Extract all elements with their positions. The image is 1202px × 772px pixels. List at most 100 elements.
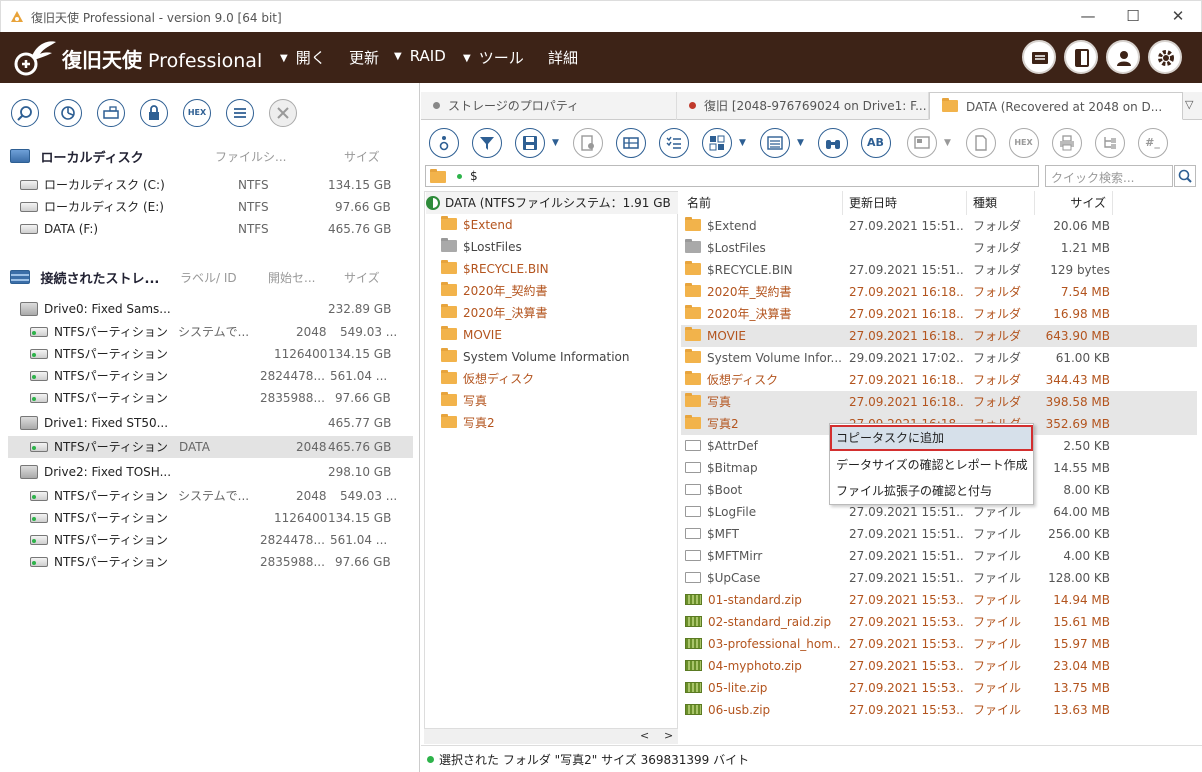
- tree-export-button[interactable]: [1095, 128, 1125, 158]
- file-row[interactable]: $MFT 27.09.2021 15:51... ファイル 256.00 KB: [681, 523, 1197, 545]
- col-name-header[interactable]: 名前: [681, 191, 843, 215]
- log-button[interactable]: [1022, 40, 1056, 74]
- view-dropdown-icon[interactable]: ▼: [739, 138, 746, 148]
- partition-row[interactable]: NTFSパーティション システムで... 2048 549.03 ...: [30, 485, 400, 507]
- view-mode-button[interactable]: [702, 128, 732, 158]
- partition-row[interactable]: NTFSパーティション 1126400 134.15 GB: [30, 343, 400, 365]
- local-disk-row[interactable]: ローカルディスク (E:) NTFS 97.66 GB: [20, 196, 400, 218]
- file-row[interactable]: 2020年_契約書 27.09.2021 16:18... フォルダ 7.54 MB: [681, 281, 1197, 303]
- scroll-left-arrow-icon[interactable]: <: [640, 729, 649, 742]
- menu-item-add-copy-task[interactable]: コピータスクに追加: [830, 425, 1033, 451]
- panel-toggle-button[interactable]: [1064, 40, 1098, 74]
- file-row[interactable]: 05-lite.zip 27.09.2021 15:53... ファイル 13.75 …: [681, 677, 1197, 699]
- tree-folder-item[interactable]: 写真2: [441, 412, 495, 434]
- tree-folder-item[interactable]: MOVIE: [441, 324, 502, 346]
- file-row[interactable]: 2020年_決算書 27.09.2021 16:18... フォルダ 16.98 MB: [681, 303, 1197, 325]
- menu-raid[interactable]: ▼ RAID: [394, 47, 446, 65]
- file-row[interactable]: $RECYCLE.BIN 27.09.2021 15:51... フォルダ 129 b…: [681, 259, 1197, 281]
- hash-button[interactable]: #_: [1138, 128, 1168, 158]
- image-button[interactable]: [97, 99, 125, 127]
- scan-button[interactable]: [54, 99, 82, 127]
- storage-col-label[interactable]: ラベル/ ID: [180, 269, 237, 286]
- settings-file-button[interactable]: [573, 128, 603, 158]
- local-disk-row[interactable]: DATA (F:) NTFS 465.76 GB: [20, 218, 400, 240]
- tab-storage-properties[interactable]: ストレージのプロパティ: [421, 92, 677, 120]
- checklist-button[interactable]: [659, 128, 689, 158]
- file-row[interactable]: $LostFiles フォルダ 1.21 MB: [681, 237, 1197, 259]
- print-button[interactable]: [1052, 128, 1082, 158]
- hex-view-button[interactable]: HEX: [1009, 128, 1039, 158]
- file-row[interactable]: 01-standard.zip 27.09.2021 15:53... ファイル 14…: [681, 589, 1197, 611]
- local-col-fs[interactable]: ファイルシ...: [215, 148, 286, 165]
- menu-tools[interactable]: ▼ ツール: [463, 47, 524, 68]
- drive-row[interactable]: Drive1: Fixed ST50... 465.77 GB: [20, 412, 400, 434]
- tree-horizontal-scrollbar[interactable]: < >: [424, 728, 678, 744]
- maximize-button[interactable]: ☐: [1118, 5, 1148, 27]
- partition-row[interactable]: NTFSパーティション 1126400 134.15 GB: [30, 507, 400, 529]
- drive-row[interactable]: Drive2: Fixed TOSH... 298.10 GB: [20, 461, 400, 483]
- path-bar[interactable]: $: [425, 165, 1039, 187]
- lock-button[interactable]: [140, 99, 168, 127]
- local-disk-row[interactable]: ローカルディスク (C:) NTFS 134.15 GB: [20, 174, 400, 196]
- quick-search-input[interactable]: クイック検索...: [1045, 165, 1173, 187]
- menu-item-size-report[interactable]: データサイズの確認とレポート作成: [830, 452, 1033, 478]
- col-modified-header[interactable]: 更新日時: [843, 191, 967, 215]
- minimize-button[interactable]: —: [1073, 5, 1103, 27]
- tree-folder-item[interactable]: $Extend: [441, 214, 513, 236]
- save-button[interactable]: [515, 128, 545, 158]
- tab-data-recovered[interactable]: DATA (Recovered at 2048 on D...: [929, 92, 1183, 120]
- col-type-header[interactable]: 種類: [967, 191, 1035, 215]
- partition-row[interactable]: NTFSパーティション システムで... 2048 549.03 ...: [30, 321, 400, 343]
- tree-folder-item[interactable]: 2020年_契約書: [441, 280, 548, 302]
- text-search-button[interactable]: AB: [861, 128, 891, 158]
- preview-button[interactable]: [907, 128, 937, 158]
- menu-open[interactable]: ▼ 開く: [280, 47, 326, 68]
- file-row[interactable]: 03-professional_hom... 27.09.2021 15:53..…: [681, 633, 1197, 655]
- storage-col-size[interactable]: サイズ: [344, 269, 380, 286]
- info-button[interactable]: [429, 128, 459, 158]
- menu-item-extension-check[interactable]: ファイル拡張子の確認と付与: [830, 478, 1033, 504]
- settings-button[interactable]: [1148, 40, 1182, 74]
- tab-recovery[interactable]: 復旧 [2048-976769024 on Drive1: F...: [677, 92, 929, 120]
- details-dropdown-icon[interactable]: ▼: [797, 138, 804, 148]
- save-dropdown-icon[interactable]: ▼: [552, 138, 559, 148]
- list-button[interactable]: [226, 99, 254, 127]
- partition-row[interactable]: NTFSパーティション 2824478... 561.04 ...: [30, 365, 400, 387]
- menu-details[interactable]: 詳細: [548, 47, 578, 68]
- partition-row[interactable]: NTFSパーティション 2824478... 561.04 ...: [30, 529, 400, 551]
- file-row[interactable]: MOVIE 27.09.2021 16:18... フォルダ 643.90 MB: [681, 325, 1197, 347]
- tree-folder-item[interactable]: System Volume Information: [441, 346, 629, 368]
- tree-folder-item[interactable]: $LostFiles: [441, 236, 522, 258]
- document-button[interactable]: [966, 128, 996, 158]
- local-col-size[interactable]: サイズ: [344, 148, 380, 165]
- details-view-button[interactable]: [760, 128, 790, 158]
- close-window-button[interactable]: ✕: [1163, 5, 1193, 27]
- file-row[interactable]: 06-usb.zip 27.09.2021 15:53... ファイル 13.63 M…: [681, 699, 1197, 721]
- file-row[interactable]: 04-myphoto.zip 27.09.2021 15:53... ファイル 23.…: [681, 655, 1197, 677]
- tree-folder-item[interactable]: $RECYCLE.BIN: [441, 258, 549, 280]
- tree-folder-item[interactable]: 仮想ディスク: [441, 368, 534, 390]
- tab-overflow-chevron-icon[interactable]: ▽: [1185, 98, 1193, 111]
- partition-row[interactable]: NTFSパーティション 2835988... 97.66 GB: [30, 387, 400, 409]
- tree-root[interactable]: DATA (NTFSファイルシステム：1.91 GB: [426, 192, 678, 214]
- drive-row[interactable]: Drive0: Fixed Sams... 232.89 GB: [20, 298, 400, 320]
- partition-row[interactable]: NTFSパーティション 2835988... 97.66 GB: [30, 551, 400, 573]
- partition-row-selected[interactable]: NTFSパーティション DATA 2048 465.76 GB: [8, 436, 413, 458]
- tree-folder-item[interactable]: 2020年_決算書: [441, 302, 548, 324]
- file-row[interactable]: $UpCase 27.09.2021 15:51... ファイル 128.00 KB: [681, 567, 1197, 589]
- search-drive-button[interactable]: [11, 99, 39, 127]
- tree-folder-item[interactable]: 写真: [441, 390, 487, 412]
- preview-dropdown-icon[interactable]: ▼: [944, 138, 951, 148]
- menu-refresh[interactable]: 更新: [349, 47, 379, 68]
- storage-col-start[interactable]: 開始セ...: [268, 269, 315, 286]
- hex-button[interactable]: HEX: [183, 99, 211, 127]
- filter-button[interactable]: [472, 128, 502, 158]
- columns-button[interactable]: [616, 128, 646, 158]
- col-size-header[interactable]: サイズ: [1035, 191, 1113, 215]
- find-button[interactable]: [818, 128, 848, 158]
- file-row[interactable]: 写真 27.09.2021 16:18... フォルダ 398.58 MB: [681, 391, 1197, 413]
- account-button[interactable]: [1106, 40, 1140, 74]
- file-row[interactable]: 02-standard_raid.zip 27.09.2021 15:53... フ…: [681, 611, 1197, 633]
- close-drive-button[interactable]: [269, 99, 297, 127]
- file-row[interactable]: 仮想ディスク 27.09.2021 16:18... フォルダ 344.43 MB: [681, 369, 1197, 391]
